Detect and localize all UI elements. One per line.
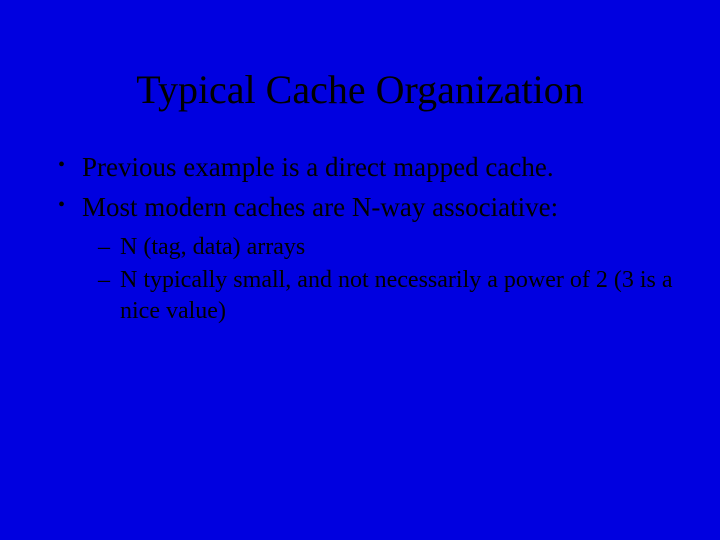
bullet-item: • Most modern caches are N-way associati…	[58, 189, 680, 225]
bullet-marker-icon: •	[58, 149, 82, 185]
slide-content: • Previous example is a direct mapped ca…	[0, 149, 720, 327]
dash-marker-icon: –	[98, 265, 120, 327]
bullet-marker-icon: •	[58, 189, 82, 225]
bullet-text: Previous example is a direct mapped cach…	[82, 149, 680, 185]
bullet-item: • Previous example is a direct mapped ca…	[58, 149, 680, 185]
bullet-text: N typically small, and not necessarily a…	[120, 265, 680, 327]
slide-title: Typical Cache Organization	[0, 0, 720, 149]
sub-bullet-group: – N (tag, data) arrays – N typically sma…	[58, 232, 680, 328]
bullet-text: N (tag, data) arrays	[120, 232, 680, 263]
bullet-item: – N (tag, data) arrays	[98, 232, 680, 263]
bullet-item: – N typically small, and not necessarily…	[98, 265, 680, 327]
dash-marker-icon: –	[98, 232, 120, 263]
bullet-text: Most modern caches are N-way associative…	[82, 189, 680, 225]
slide-container: Typical Cache Organization • Previous ex…	[0, 0, 720, 540]
